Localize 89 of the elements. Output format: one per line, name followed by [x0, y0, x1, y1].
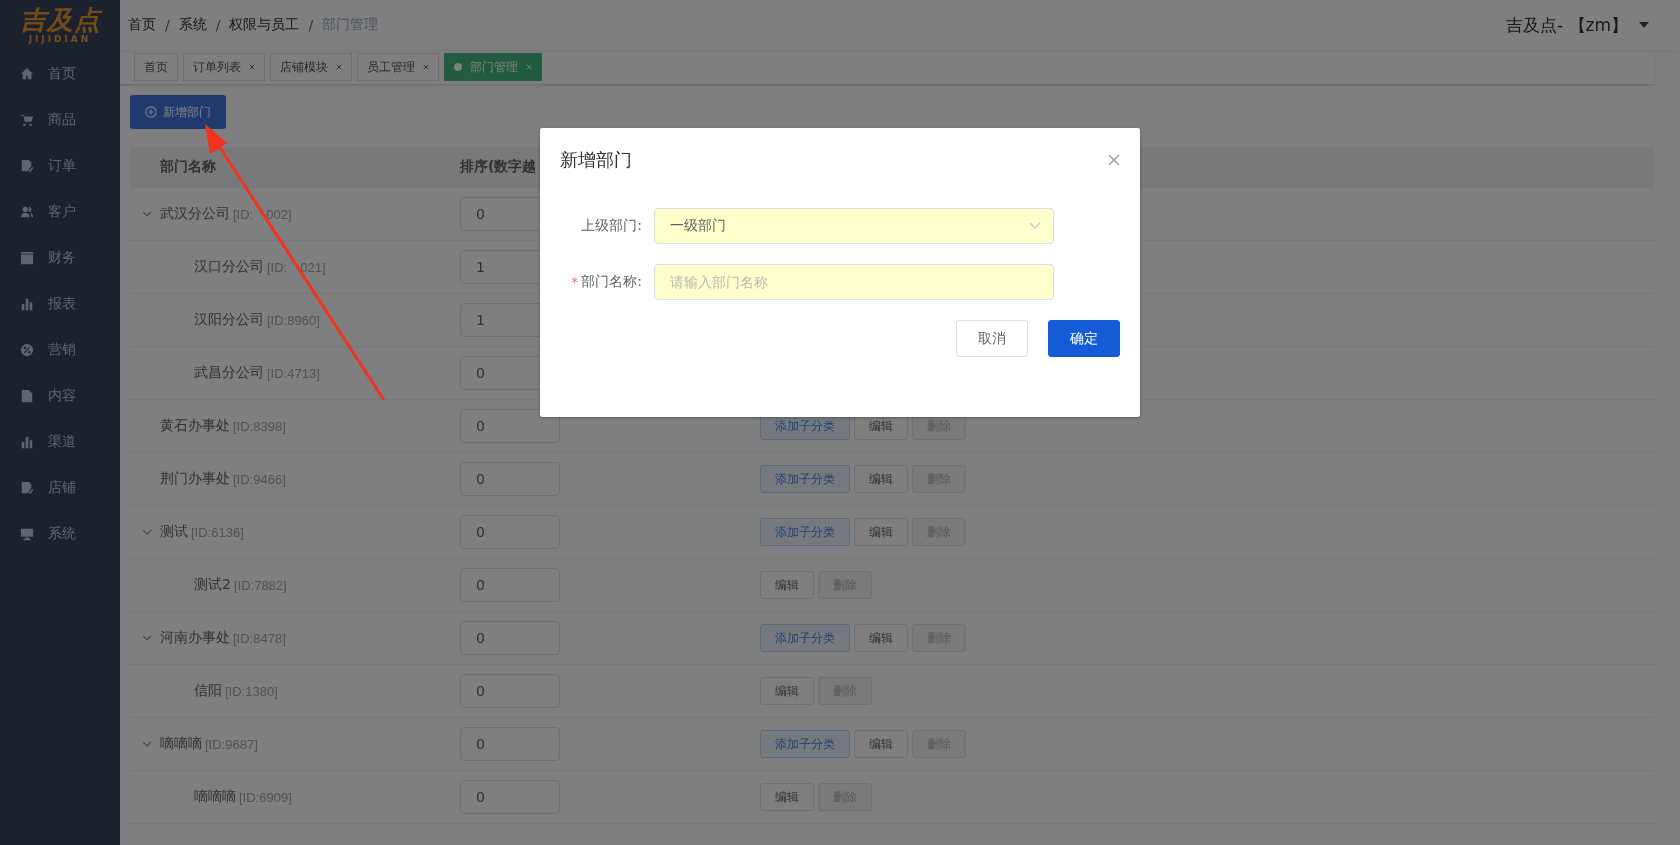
department-name-field[interactable]: 请输入部门名称: [654, 264, 1054, 300]
users-icon: [20, 205, 34, 219]
sidebar-item[interactable]: 营销: [0, 327, 120, 373]
sort-field[interactable]: 0: [460, 621, 560, 655]
chevron-icon[interactable]: [142, 209, 152, 219]
column-header: 排序(数字越: [460, 158, 537, 174]
add-subcategory-button[interactable]: 添加子分类: [760, 465, 850, 493]
bar-chart-icon: [20, 435, 34, 449]
document-edit-icon: [20, 159, 34, 173]
breadcrumb-item[interactable]: 权限与员工: [229, 16, 300, 34]
department-name: 荆门办事处: [160, 470, 230, 488]
plus-circle-icon: [145, 106, 157, 118]
sort-field[interactable]: 0: [460, 515, 560, 549]
sidebar-item[interactable]: 财务: [0, 235, 120, 281]
department-name: 河南办事处: [160, 629, 230, 647]
sidebar-item[interactable]: 内容: [0, 373, 120, 419]
tab[interactable]: 店铺模块: [270, 53, 352, 81]
tab[interactable]: 订单列表: [183, 53, 265, 81]
sort-field[interactable]: 0: [460, 462, 560, 496]
close-icon[interactable]: [1108, 154, 1120, 166]
breadcrumb-separator: /: [215, 17, 221, 33]
edit-button[interactable]: 编辑: [760, 783, 814, 811]
department-name: 测试: [160, 523, 188, 541]
tab[interactable]: 部门管理: [444, 53, 542, 81]
sort-field[interactable]: 0: [460, 727, 560, 761]
cart-icon: [20, 113, 34, 127]
tab[interactable]: 首页: [134, 53, 178, 81]
field-label: 上级部门:: [581, 217, 642, 235]
document-icon: [20, 389, 34, 403]
sidebar-item[interactable]: 渠道: [0, 419, 120, 465]
logo-text: 吉及点: [19, 5, 101, 34]
edit-button[interactable]: 编辑: [854, 624, 908, 652]
required-mark: *: [571, 274, 579, 290]
cash-box-icon: [20, 251, 34, 265]
dialog-title: 新增部门: [560, 148, 632, 172]
chevron-icon[interactable]: [142, 633, 152, 643]
sidebar-item[interactable]: 商品: [0, 97, 120, 143]
edit-button[interactable]: 编辑: [760, 677, 814, 705]
breadcrumb-separator: /: [308, 17, 314, 33]
add-subcategory-button[interactable]: 添加子分类: [760, 730, 850, 758]
home-icon: [20, 67, 34, 81]
department-name: 测试2: [194, 576, 231, 594]
department-name: 武汉分公司: [160, 205, 230, 223]
monitor-icon: [20, 527, 34, 541]
add-department-button[interactable]: 新增部门: [130, 95, 226, 129]
department-name: 嘀嘀嘀: [194, 788, 236, 806]
sort-field[interactable]: 0: [460, 568, 560, 602]
sidebar-item[interactable]: 报表: [0, 281, 120, 327]
department-name: 武昌分公司: [194, 364, 264, 382]
breadcrumb-item[interactable]: 首页: [128, 16, 156, 34]
parent-department-select[interactable]: 一级部门: [654, 208, 1054, 244]
close-icon[interactable]: [249, 64, 255, 70]
sidebar-item[interactable]: 客户: [0, 189, 120, 235]
logo-subtext: JIJIDIAN: [28, 33, 92, 45]
edit-button[interactable]: 编辑: [854, 465, 908, 493]
edit-button[interactable]: 编辑: [760, 571, 814, 599]
close-icon[interactable]: [336, 64, 342, 70]
department-name: 信阳: [194, 682, 222, 700]
department-name: 黄石办事处: [160, 417, 230, 435]
department-name: 嘀嘀嘀: [160, 735, 202, 753]
breadcrumb-separator: /: [165, 17, 170, 33]
document-edit-icon: [20, 481, 34, 495]
column-header: 部门名称: [160, 158, 216, 176]
department-name: 汉口分公司: [194, 258, 264, 276]
sidebar-item[interactable]: 系统: [0, 511, 120, 557]
sort-field[interactable]: 0: [460, 674, 560, 708]
user-name[interactable]: 吉及点- 【zm】: [1505, 13, 1628, 37]
sidebar-item[interactable]: 订单: [0, 143, 120, 189]
confirm-button[interactable]: 确定: [1048, 320, 1120, 357]
chevron-icon[interactable]: [142, 739, 152, 749]
breadcrumb-item[interactable]: 系统: [178, 16, 207, 34]
close-icon[interactable]: [423, 64, 429, 70]
percent-icon: [20, 343, 34, 357]
field-label: 部门名称:: [581, 273, 642, 291]
bar-chart-icon: [20, 297, 34, 311]
cancel-button[interactable]: 取消: [956, 320, 1028, 357]
chevron-icon: [1029, 222, 1041, 230]
sidebar-item[interactable]: 首页: [0, 51, 120, 97]
dot-icon: [454, 63, 462, 71]
add-subcategory-button[interactable]: 添加子分类: [760, 518, 850, 546]
caret-icon[interactable]: [1638, 21, 1650, 29]
sidebar-item[interactable]: 店铺: [0, 465, 120, 511]
add-subcategory-button[interactable]: 添加子分类: [760, 624, 850, 652]
tab[interactable]: 员工管理: [357, 53, 439, 81]
edit-button[interactable]: 编辑: [854, 730, 908, 758]
edit-button[interactable]: 编辑: [854, 518, 908, 546]
department-name: 汉阳分公司: [194, 311, 264, 329]
sort-field[interactable]: 0: [460, 780, 560, 814]
chevron-icon[interactable]: [142, 527, 152, 537]
